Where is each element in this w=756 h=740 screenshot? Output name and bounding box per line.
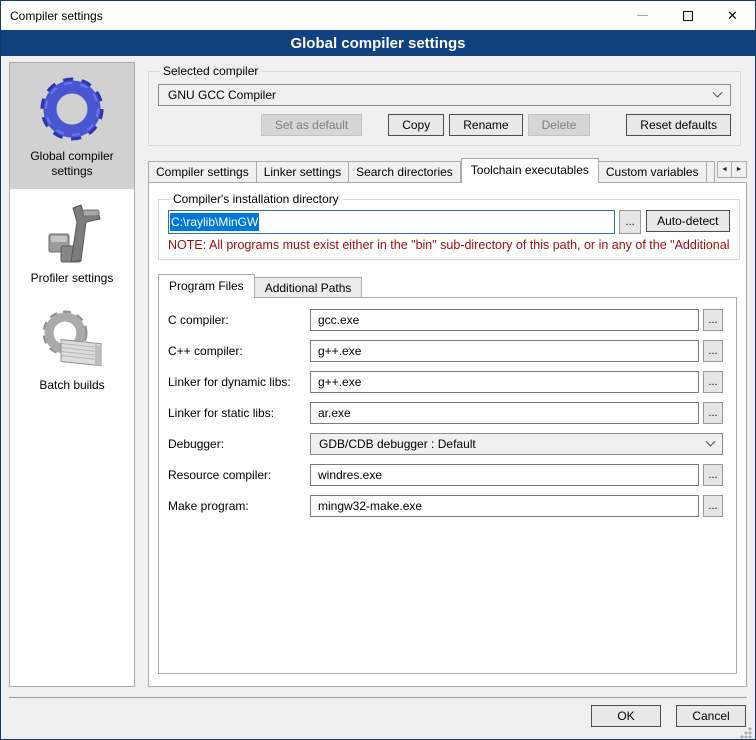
resource-compiler-browse-button[interactable]: ... — [703, 464, 723, 486]
debugger-label: Debugger: — [168, 437, 310, 451]
c-compiler-input[interactable]: gcc.exe — [310, 309, 699, 331]
window-title: Compiler settings — [1, 9, 620, 23]
selected-compiler-group: Selected compiler GNU GCC Compiler Set a… — [148, 64, 741, 146]
chevron-down-icon — [706, 436, 716, 446]
selected-compiler-group-label: Selected compiler — [160, 64, 261, 78]
tab-linker-settings[interactable]: Linker settings — [257, 161, 349, 183]
minimize-button[interactable] — [620, 1, 665, 30]
cpp-compiler-browse-button[interactable]: ... — [703, 340, 723, 362]
make-program-browse-button[interactable]: ... — [703, 495, 723, 517]
tab-additional-paths[interactable]: Additional Paths — [254, 277, 363, 298]
close-button[interactable]: ✕ — [710, 1, 755, 30]
sidebar-item-label: Profiler settings — [12, 271, 132, 286]
main-panel: Selected compiler GNU GCC Compiler Set a… — [148, 62, 747, 687]
arrow-right-icon: ► — [736, 166, 743, 173]
programs-tab-strip: Program Files Additional Paths — [158, 273, 737, 297]
c-compiler-label: C compiler: — [168, 313, 310, 327]
tab-build-options[interactable]: Build — [707, 161, 715, 183]
dialog-banner: Global compiler settings — [1, 30, 755, 56]
linker-static-browse-button[interactable]: ... — [703, 402, 723, 424]
debugger-select[interactable]: GDB/CDB debugger : Default — [310, 433, 723, 455]
minimize-icon — [637, 15, 648, 16]
title-bar: Compiler settings ✕ — [1, 1, 755, 30]
program-files-grid: C compiler: gcc.exe ... C++ compiler: g+… — [168, 309, 723, 517]
grey-gear-stack-icon — [12, 304, 132, 376]
c-compiler-browse-button[interactable]: ... — [703, 309, 723, 331]
resize-grip[interactable] — [739, 726, 753, 740]
dialog-content: Global compiler settings Profiler settin… — [1, 56, 755, 687]
close-icon: ✕ — [727, 9, 738, 22]
install-dir-browse-button[interactable]: ... — [619, 210, 641, 234]
install-dir-selected-text: C:\raylib\MinGW — [170, 213, 259, 231]
arrow-left-icon: ◄ — [721, 166, 728, 173]
linker-static-label: Linker for static libs: — [168, 406, 310, 420]
make-program-label: Make program: — [168, 499, 310, 513]
install-dir-row: C:\raylib\MinGW ... Auto-detect — [168, 210, 730, 234]
sidebar-item-profiler-settings[interactable]: Profiler settings — [10, 189, 134, 296]
compiler-select[interactable]: GNU GCC Compiler — [158, 84, 731, 106]
cancel-button[interactable]: Cancel — [676, 705, 746, 727]
install-dir-group: Compiler's installation directory C:\ray… — [158, 192, 740, 260]
chevron-down-icon — [713, 87, 723, 97]
sidebar-item-label: Global compiler settings — [12, 149, 132, 179]
resource-compiler-label: Resource compiler: — [168, 468, 310, 482]
debugger-select-value: GDB/CDB debugger : Default — [319, 437, 707, 451]
resource-compiler-input[interactable]: windres.exe — [310, 464, 699, 486]
linker-dynamic-label: Linker for dynamic libs: — [168, 375, 310, 389]
tab-toolchain-executables[interactable]: Toolchain executables — [461, 158, 599, 183]
tab-scroll-right-button[interactable]: ► — [732, 161, 747, 178]
cpp-compiler-label: C++ compiler: — [168, 344, 310, 358]
cpp-compiler-input[interactable]: g++.exe — [310, 340, 699, 362]
auto-detect-button[interactable]: Auto-detect — [646, 210, 729, 232]
tab-search-directories[interactable]: Search directories — [349, 161, 461, 183]
banner-title: Global compiler settings — [290, 35, 465, 52]
linker-dynamic-browse-button[interactable]: ... — [703, 371, 723, 393]
programs-notebook: Program Files Additional Paths C compile… — [158, 273, 737, 674]
delete-button[interactable]: Delete — [528, 114, 591, 136]
install-dir-input[interactable]: C:\raylib\MinGW — [168, 210, 615, 234]
settings-sidebar: Global compiler settings Profiler settin… — [9, 62, 135, 687]
tab-compiler-settings[interactable]: Compiler settings — [148, 161, 257, 183]
tab-scroll-buttons: ◄ ► — [717, 161, 747, 178]
settings-tab-strip: Compiler settings Linker settings Search… — [148, 157, 747, 182]
tab-program-files[interactable]: Program Files — [158, 274, 255, 298]
compiler-buttons-row: Set as default Copy Rename Delete Reset … — [158, 114, 731, 136]
blue-gear-icon — [12, 71, 132, 147]
linker-static-input[interactable]: ar.exe — [310, 402, 699, 424]
install-dir-group-label: Compiler's installation directory — [170, 192, 342, 206]
make-program-input[interactable]: mingw32-make.exe — [310, 495, 699, 517]
set-as-default-button[interactable]: Set as default — [261, 114, 362, 136]
install-dir-note: NOTE: All programs must exist either in … — [168, 238, 730, 252]
rename-button[interactable]: Rename — [449, 114, 522, 136]
tab-custom-variables[interactable]: Custom variables — [599, 161, 707, 183]
tab-scroll-left-button[interactable]: ◄ — [717, 161, 732, 178]
caption-buttons: ✕ — [620, 1, 755, 30]
program-files-page: C compiler: gcc.exe ... C++ compiler: g+… — [158, 297, 737, 674]
copy-button[interactable]: Copy — [388, 114, 444, 136]
reset-defaults-button[interactable]: Reset defaults — [626, 114, 731, 136]
compiler-select-value: GNU GCC Compiler — [168, 88, 714, 102]
compiler-settings-dialog: Compiler settings ✕ Global compiler sett… — [0, 0, 756, 740]
dialog-footer: OK Cancel — [9, 697, 747, 739]
sidebar-item-batch-builds[interactable]: Batch builds — [10, 296, 134, 403]
linker-dynamic-input[interactable]: g++.exe — [310, 371, 699, 393]
caliper-icon — [12, 197, 132, 269]
sidebar-item-global-compiler-settings[interactable]: Global compiler settings — [10, 63, 134, 189]
toolchain-executables-page: Compiler's installation directory C:\ray… — [148, 182, 747, 687]
ok-button[interactable]: OK — [591, 705, 661, 727]
maximize-icon — [683, 11, 693, 21]
maximize-button[interactable] — [665, 1, 710, 30]
sidebar-item-label: Batch builds — [12, 378, 132, 393]
